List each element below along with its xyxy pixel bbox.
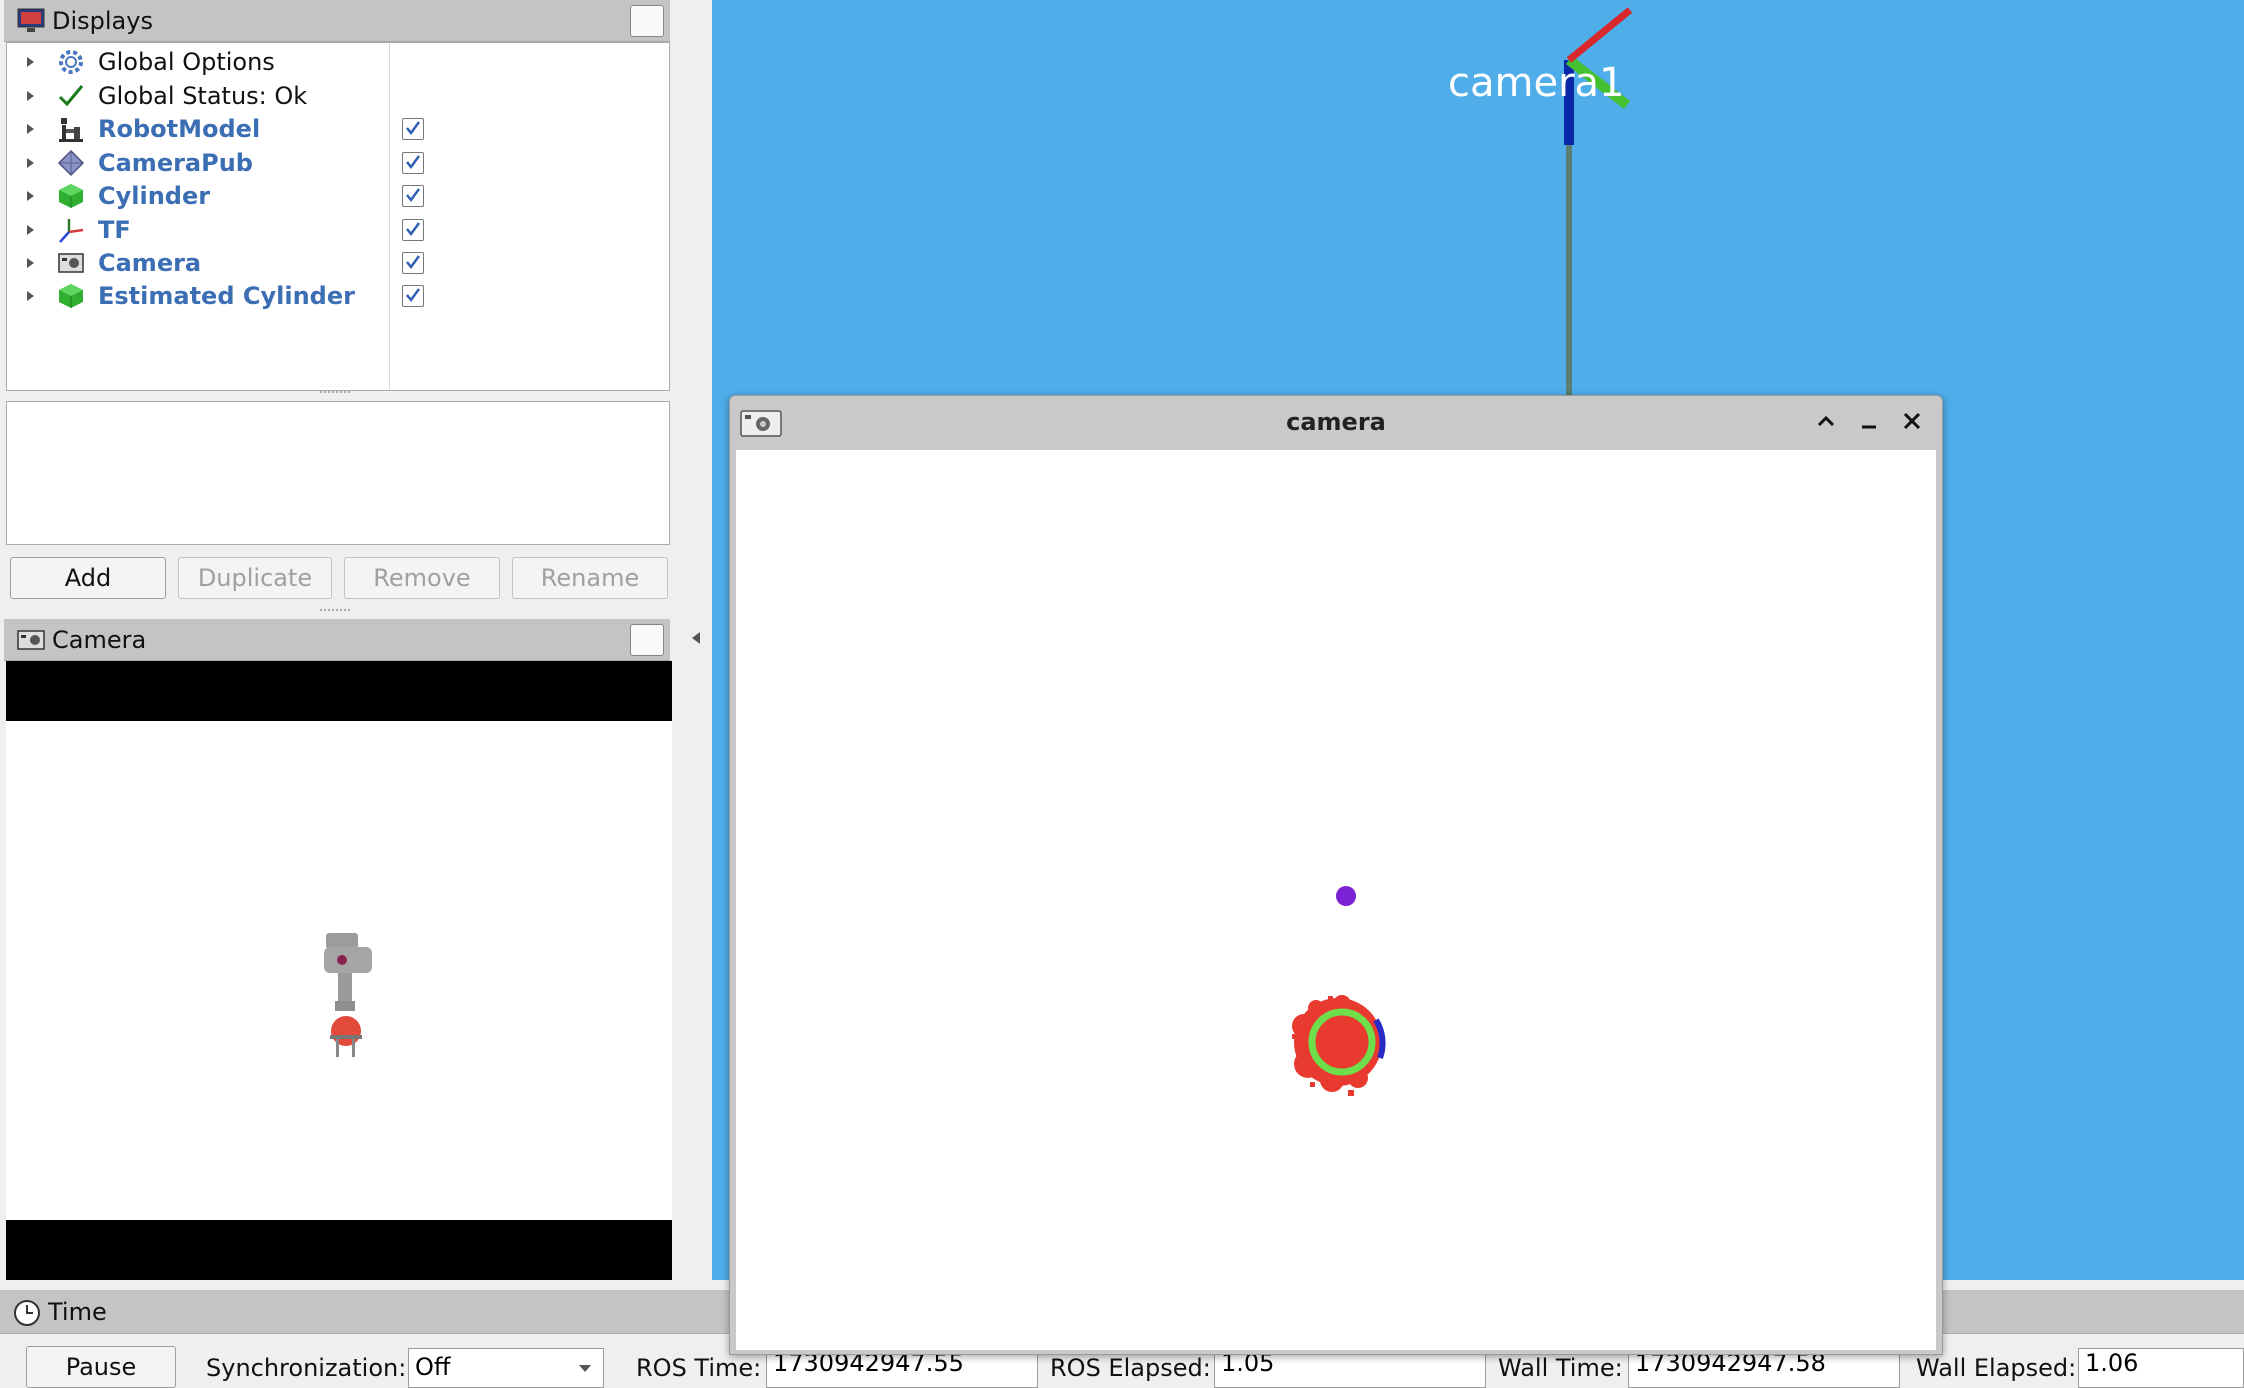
remove-button[interactable]: Remove — [344, 557, 500, 599]
expand-arrow-icon[interactable] — [27, 157, 34, 168]
clock-icon — [12, 1298, 42, 1326]
tree-item-label: Estimated Cylinder — [98, 281, 355, 310]
camera-icon — [16, 626, 46, 654]
expand-arrow-icon[interactable] — [27, 224, 34, 235]
robot-camera-view — [324, 933, 372, 1057]
time-panel-title: Time — [48, 1297, 107, 1326]
property-description-box — [6, 401, 670, 545]
wall-time-label: Wall Time: — [1498, 1354, 1623, 1382]
expand-arrow-icon[interactable] — [27, 56, 34, 67]
sync-select[interactable]: Off — [408, 1348, 604, 1388]
tree-item-estimated-cylinder[interactable]: Estimated Cylinder — [7, 279, 669, 312]
expand-arrow-icon[interactable] — [27, 190, 34, 201]
camera-checkbox[interactable] — [402, 251, 424, 274]
camera-image-window[interactable]: camera — [729, 395, 1943, 1355]
maximize-icon[interactable] — [1815, 410, 1837, 436]
tree-item-label: Global Status: Ok — [98, 81, 308, 110]
minimize-icon[interactable] — [1858, 410, 1880, 436]
green-cube-icon — [57, 182, 85, 210]
checkmark-icon — [57, 82, 85, 110]
tf-frame-label: camera1 — [1448, 60, 1625, 106]
diamond-icon — [57, 149, 85, 177]
tree-item-label: Global Options — [98, 47, 275, 76]
tree-item-global-status[interactable]: Global Status: Ok — [7, 79, 669, 112]
close-icon[interactable] — [1901, 410, 1923, 436]
displays-panel-header: Displays — [4, 0, 670, 42]
estimated-cylinder-checkbox[interactable] — [402, 284, 424, 307]
monitor-icon — [16, 7, 46, 35]
add-button[interactable]: Add — [10, 557, 166, 599]
tree-item-label: Cylinder — [98, 181, 211, 210]
window-title: camera — [1286, 408, 1386, 436]
displays-panel-title: Displays — [52, 6, 153, 35]
camera-panel-title: Camera — [52, 625, 147, 654]
tree-item-label: RobotModel — [98, 114, 261, 143]
tree-item-label: CameraPub — [98, 148, 253, 177]
tree-item-tf[interactable]: TF — [7, 213, 669, 246]
wall-elapsed-value: 1.06 — [2078, 1348, 2244, 1388]
tree-item-robotmodel[interactable]: RobotModel — [7, 112, 669, 145]
tree-item-label: TF — [98, 215, 131, 244]
ros-elapsed-label: ROS Elapsed: — [1050, 1354, 1211, 1382]
expand-arrow-icon[interactable] — [27, 90, 34, 101]
window-titlebar[interactable]: camera — [730, 396, 1942, 450]
expand-arrow-icon[interactable] — [27, 290, 34, 301]
letterbox-bottom — [6, 1220, 672, 1280]
rename-button[interactable]: Rename — [512, 557, 668, 599]
tree-item-camera[interactable]: Camera — [7, 246, 669, 279]
camera-image-canvas[interactable] — [736, 450, 1936, 1350]
detection-overlay — [1292, 886, 1386, 1096]
panel-close-button[interactable] — [630, 4, 664, 37]
chevron-down-icon — [579, 1365, 591, 1372]
ros-time-label: ROS Time: — [636, 1354, 762, 1382]
camera-render-view[interactable] — [6, 661, 672, 1280]
camera-panel-header: Camera — [4, 619, 670, 661]
camera-icon — [57, 249, 85, 277]
expand-arrow-icon[interactable] — [27, 123, 34, 134]
axes-icon — [57, 216, 85, 244]
camerapub-checkbox[interactable] — [402, 151, 424, 174]
expand-arrow-icon[interactable] — [27, 257, 34, 268]
wall-elapsed-label: Wall Elapsed: — [1916, 1354, 2077, 1382]
sync-select-value: Off — [415, 1353, 451, 1381]
tree-item-global-options[interactable]: Global Options — [7, 45, 669, 78]
projected-marker-dot — [1336, 886, 1356, 906]
duplicate-button[interactable]: Duplicate — [178, 557, 332, 599]
panel-close-button[interactable] — [630, 623, 664, 656]
pause-button[interactable]: Pause — [26, 1346, 176, 1388]
sync-label: Synchronization: — [206, 1354, 407, 1382]
green-cube-icon — [57, 282, 85, 310]
robot-icon — [57, 115, 85, 143]
gear-icon — [57, 48, 85, 76]
robotmodel-checkbox[interactable] — [402, 117, 424, 140]
splitter-handle[interactable] — [320, 391, 350, 399]
letterbox-top — [6, 661, 672, 721]
cylinder-checkbox[interactable] — [402, 184, 424, 207]
tf-checkbox[interactable] — [402, 218, 424, 241]
displays-tree: Global Options Global Status: Ok RobotMo… — [6, 42, 670, 391]
tree-item-camerapub[interactable]: CameraPub — [7, 146, 669, 179]
tree-item-cylinder[interactable]: Cylinder — [7, 179, 669, 212]
splitter-handle[interactable] — [320, 609, 350, 615]
collapse-panel-arrow[interactable] — [692, 632, 700, 644]
tree-item-label: Camera — [98, 248, 202, 277]
